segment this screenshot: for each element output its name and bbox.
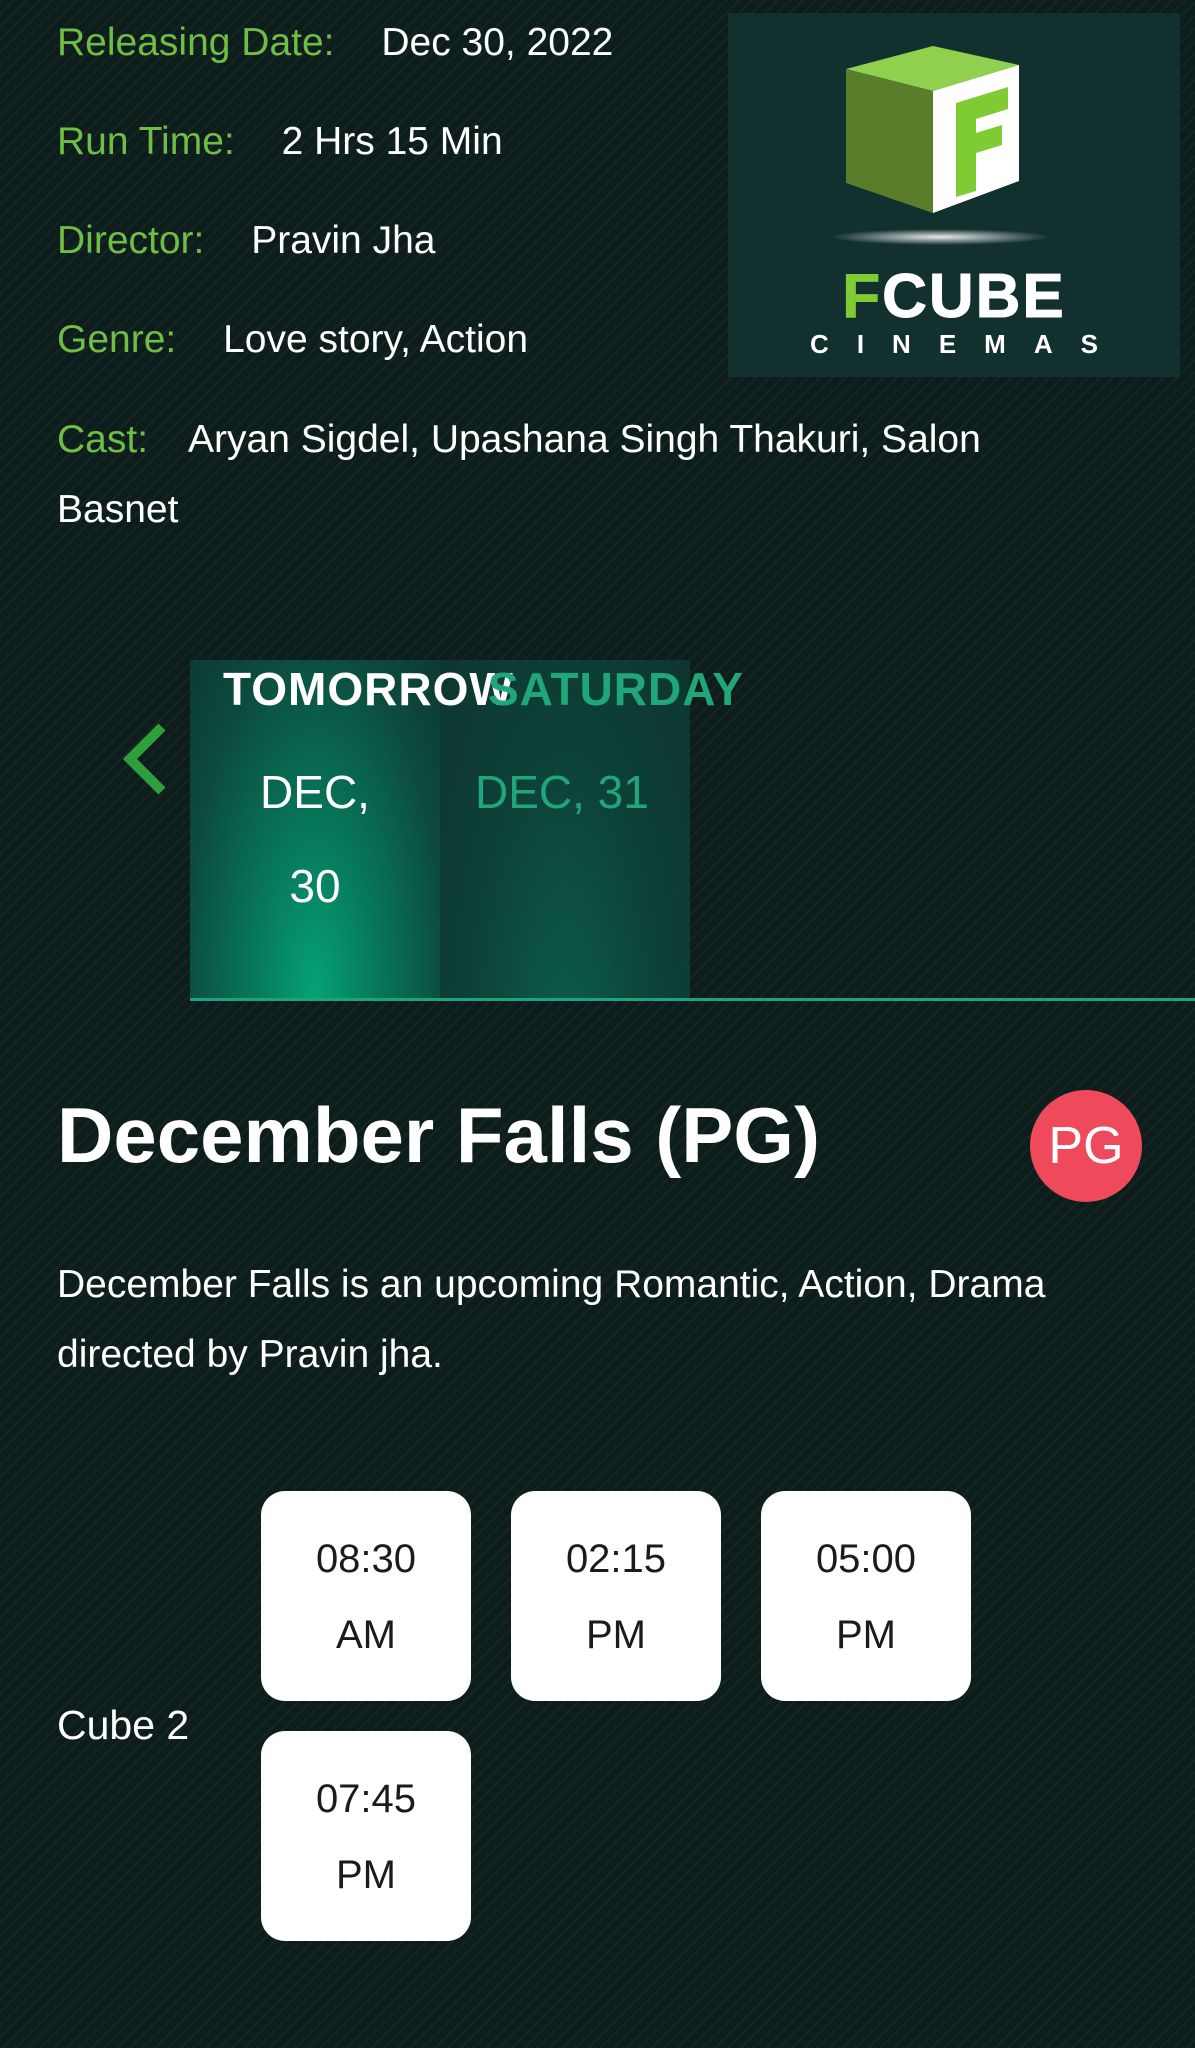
date-tab-date-label: DEC, 31 <box>475 766 649 818</box>
chevron-left-icon <box>122 723 166 795</box>
showtime-period: AM <box>336 1613 396 1657</box>
run-time-value: 2 Hrs 15 Min <box>281 120 503 163</box>
hall-label: Cube 2 <box>57 1702 190 1748</box>
release-date-value: Dec 30, 2022 <box>381 21 614 64</box>
showtime-time: 02:15 <box>565 1537 667 1581</box>
showtime-button[interactable]: 02:15 PM <box>511 1491 721 1701</box>
logo-subtitle: CINEMAS <box>810 329 1126 359</box>
cast-value: Aryan Sigdel, Upashana Singh Thakuri, Sa… <box>57 418 981 531</box>
showtime-time: 07:45 <box>315 1777 417 1821</box>
fcube-cinemas-logo: FCUBE CINEMAS <box>728 13 1180 377</box>
previous-date-button[interactable] <box>118 723 178 795</box>
movie-title: December Falls (PG) <box>57 1091 820 1179</box>
showtime-period: PM <box>336 1853 396 1897</box>
genre-value: Love story, Action <box>223 318 529 361</box>
release-date-label: Releasing Date: <box>57 21 335 64</box>
date-tab-day-label: SATURDAY <box>488 663 744 715</box>
run-time-label: Run Time: <box>57 120 235 163</box>
director-row: Director: Pravin Jha <box>57 206 435 276</box>
showtime-period: PM <box>586 1613 646 1657</box>
showtime-period: PM <box>836 1613 896 1657</box>
cast-row: Cast: Aryan Sigdel, Upashana Singh Thakur… <box>57 405 1067 545</box>
cast-label: Cast: <box>57 418 149 461</box>
genre-row: Genre: Love story, Action <box>57 305 528 375</box>
run-time-row: Run Time: 2 Hrs 15 Min <box>57 107 503 177</box>
showtime-time: 08:30 <box>315 1537 417 1581</box>
genre-label: Genre: <box>57 318 177 361</box>
showtime-button[interactable]: 05:00 PM <box>761 1491 971 1701</box>
date-tab-day-label: TOMORROW <box>223 663 514 715</box>
showtime-button[interactable]: 08:30 AM <box>261 1491 471 1701</box>
showtime-button[interactable]: 07:45 PM <box>261 1731 471 1941</box>
director-value: Pravin Jha <box>251 219 436 262</box>
movie-description: December Falls is an upcoming Romantic, … <box>57 1263 1046 1376</box>
director-label: Director: <box>57 219 205 262</box>
logo-word-cube: CUBE <box>882 262 1066 332</box>
release-date-row: Releasing Date: Dec 30, 2022 <box>57 8 613 78</box>
rating-badge: PG <box>1030 1090 1142 1202</box>
showtime-time: 05:00 <box>815 1537 917 1581</box>
cube-logo-icon <box>830 46 1050 245</box>
logo-wordmark: FCUBE <box>728 261 1180 332</box>
logo-letter-f: F <box>842 262 883 332</box>
date-tab-date-label: DEC, 30 <box>260 766 370 912</box>
date-tabs-underline <box>190 998 1195 1001</box>
